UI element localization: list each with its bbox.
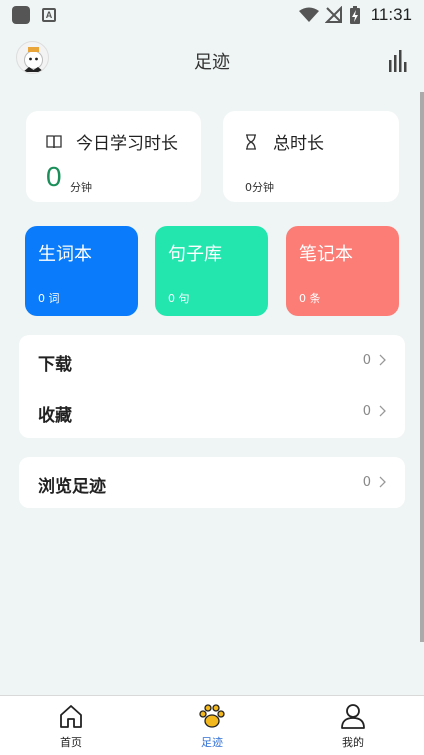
- nav-footprint[interactable]: 足迹: [172, 702, 252, 750]
- nav-home[interactable]: 首页: [31, 702, 111, 750]
- bottom-nav: 首页 足迹 我的: [0, 695, 424, 755]
- home-icon: [60, 705, 82, 728]
- nav-home-label: 首页: [60, 736, 82, 749]
- download-label: 下载: [38, 355, 72, 375]
- nav-footprint-label: 足迹: [201, 736, 223, 749]
- clock: 11:31: [370, 5, 412, 24]
- browse-history-label: 浏览足迹: [38, 477, 106, 497]
- scrollbar[interactable]: [420, 92, 424, 642]
- no-signal-icon: [324, 6, 342, 23]
- today-study-unit: 分钟: [70, 181, 92, 194]
- favorites-label: 收藏: [38, 406, 72, 426]
- vocabulary-book-tile[interactable]: 生词本 0 词: [25, 226, 138, 316]
- chevron-right-icon: [379, 354, 386, 366]
- total-time-card[interactable]: 总时长 0分钟: [223, 111, 399, 202]
- paw-icon: [199, 704, 225, 728]
- today-study-title: 今日学习时长: [76, 134, 178, 154]
- top-bar: 足迹: [0, 30, 424, 90]
- user-icon: [341, 704, 365, 729]
- download-row[interactable]: 下载 0: [19, 335, 405, 386]
- chevron-right-icon: [379, 405, 386, 417]
- notification-icon: [12, 6, 30, 24]
- hourglass-icon: [246, 133, 256, 150]
- notebook-title: 笔记本: [299, 244, 353, 265]
- sentence-library-tile[interactable]: 句子库 0 句: [155, 226, 268, 316]
- favorites-count: 0: [362, 404, 371, 419]
- chevron-right-icon: [379, 476, 386, 488]
- bar-chart-icon[interactable]: [388, 48, 408, 72]
- download-count: 0: [362, 353, 371, 368]
- battery-charging-icon: [349, 6, 360, 24]
- status-bar: A 11:31: [0, 0, 424, 30]
- today-study-card[interactable]: 今日学习时长 0 分钟: [26, 111, 201, 202]
- vocabulary-book-count: 0 词: [38, 292, 60, 305]
- wifi-icon: [298, 7, 319, 22]
- history-group: 浏览足迹 0: [19, 457, 405, 508]
- notebook-count: 0 条: [299, 292, 321, 305]
- total-time-title: 总时长: [273, 134, 324, 154]
- book-icon: [46, 134, 62, 148]
- sentence-library-title: 句子库: [168, 244, 222, 265]
- favorites-row[interactable]: 收藏 0: [19, 386, 405, 437]
- today-study-value: 0: [46, 161, 62, 192]
- sentence-library-count: 0 句: [168, 292, 190, 305]
- notebook-tile[interactable]: 笔记本 0 条: [286, 226, 399, 316]
- nav-mine[interactable]: 我的: [313, 702, 393, 750]
- keyboard-badge-icon: A: [42, 8, 56, 22]
- browse-history-count: 0: [362, 475, 371, 490]
- page-title: 足迹: [194, 52, 230, 73]
- download-favorites-group: 下载 0 收藏 0: [19, 335, 405, 438]
- browse-history-row[interactable]: 浏览足迹 0: [19, 457, 405, 508]
- nav-mine-label: 我的: [342, 736, 364, 749]
- total-time-value: 0分钟: [245, 181, 274, 194]
- vocabulary-book-title: 生词本: [38, 244, 92, 265]
